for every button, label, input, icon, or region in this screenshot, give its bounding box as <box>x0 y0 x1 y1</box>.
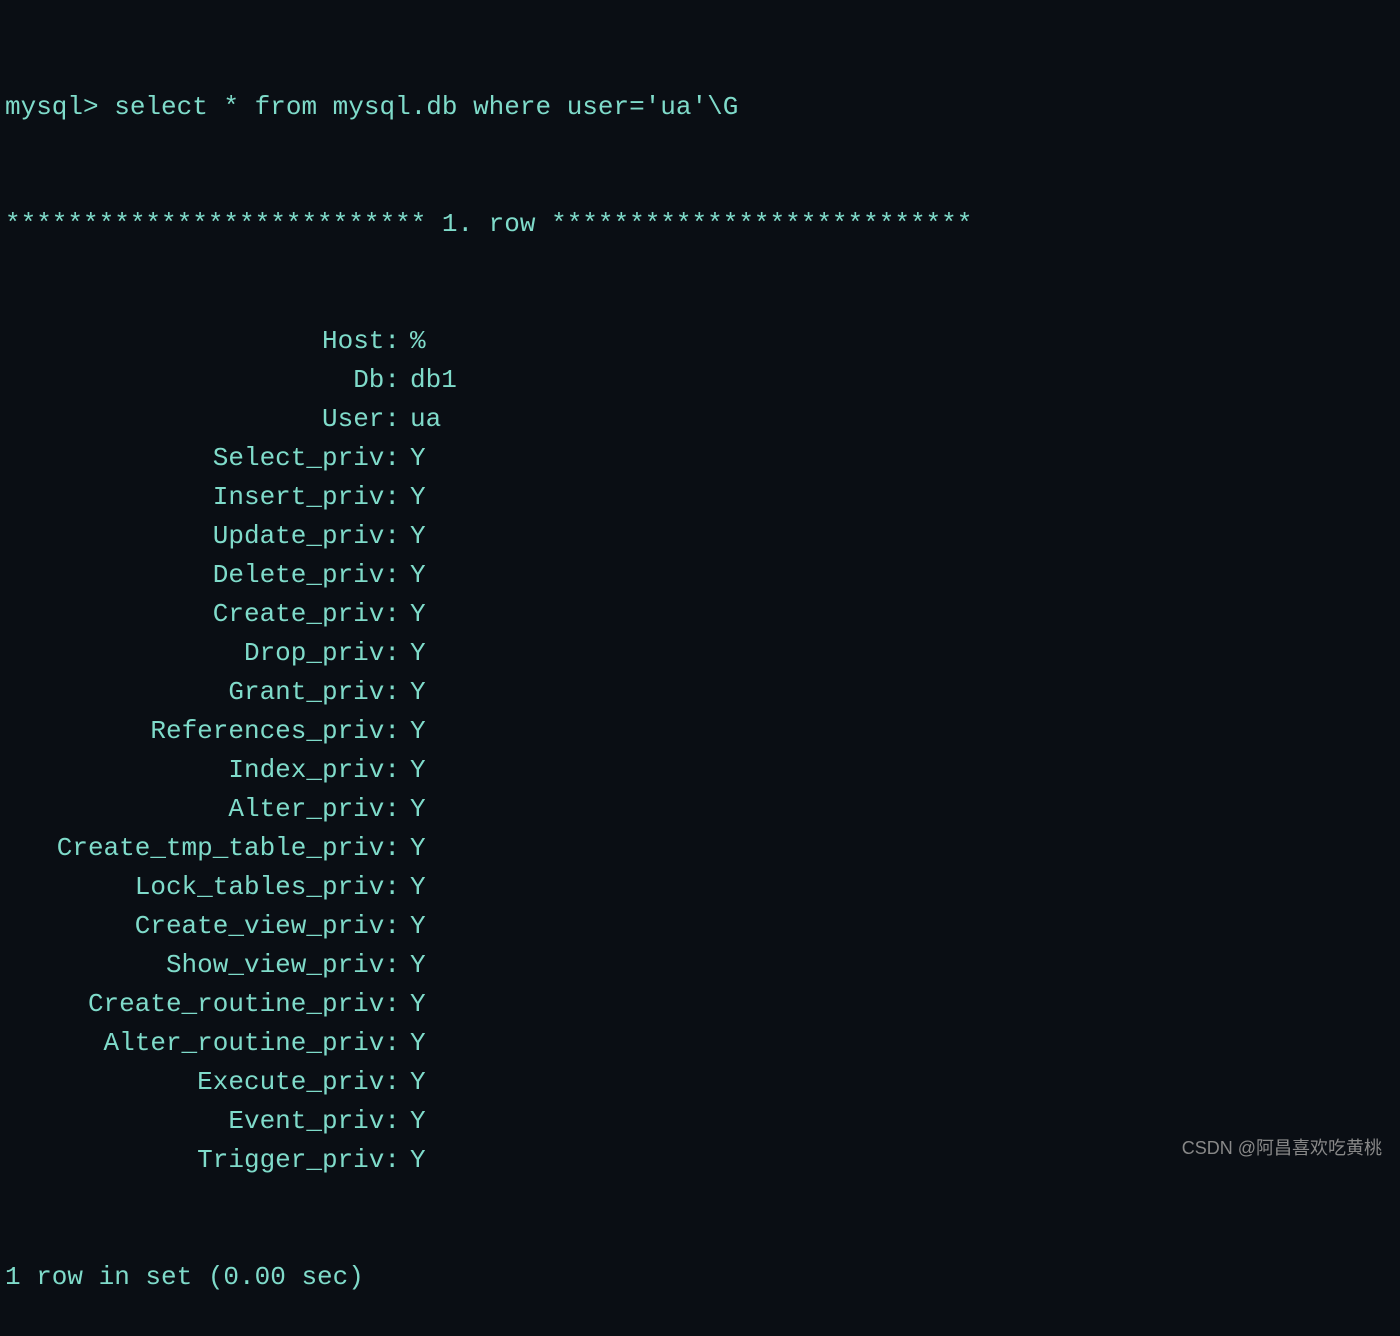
field-value: Y <box>410 634 426 673</box>
field-value: Y <box>410 439 426 478</box>
field-row: Select_priv:Y <box>5 439 1395 478</box>
field-value: Y <box>410 1063 426 1102</box>
field-label: Delete_priv: <box>5 556 410 595</box>
field-value: Y <box>410 1102 426 1141</box>
field-row: Alter_priv:Y <box>5 790 1395 829</box>
field-value: Y <box>410 556 426 595</box>
field-value: Y <box>410 829 426 868</box>
watermark-text: CSDN @阿昌喜欢吃黄桃 <box>1182 1135 1382 1162</box>
field-row: Create_view_priv:Y <box>5 907 1395 946</box>
field-label: Alter_routine_priv: <box>5 1024 410 1063</box>
field-value: Y <box>410 712 426 751</box>
field-label: User: <box>5 400 410 439</box>
field-row: Alter_routine_priv:Y <box>5 1024 1395 1063</box>
field-label: Select_priv: <box>5 439 410 478</box>
field-label: Db: <box>5 361 410 400</box>
field-label: Trigger_priv: <box>5 1141 410 1180</box>
field-label: Lock_tables_priv: <box>5 868 410 907</box>
fields-container: Host:%Db:db1User:uaSelect_priv:YInsert_p… <box>5 322 1395 1180</box>
field-value: Y <box>410 1141 426 1180</box>
field-label: Event_priv: <box>5 1102 410 1141</box>
field-row: Update_priv:Y <box>5 517 1395 556</box>
field-label: Index_priv: <box>5 751 410 790</box>
field-value: Y <box>410 478 426 517</box>
field-value: db1 <box>410 361 457 400</box>
field-row: References_priv:Y <box>5 712 1395 751</box>
field-label: References_priv: <box>5 712 410 751</box>
field-value: Y <box>410 673 426 712</box>
field-value: % <box>410 322 426 361</box>
field-value: Y <box>410 595 426 634</box>
field-value: Y <box>410 1024 426 1063</box>
field-value: Y <box>410 517 426 556</box>
field-row: Host:% <box>5 322 1395 361</box>
field-row: User:ua <box>5 400 1395 439</box>
field-row: Create_routine_priv:Y <box>5 985 1395 1024</box>
field-value: Y <box>410 868 426 907</box>
field-row: Db:db1 <box>5 361 1395 400</box>
field-label: Execute_priv: <box>5 1063 410 1102</box>
field-value: Y <box>410 907 426 946</box>
field-label: Show_view_priv: <box>5 946 410 985</box>
result-footer: 1 row in set (0.00 sec) <box>5 1258 1395 1297</box>
field-label: Create_priv: <box>5 595 410 634</box>
field-row: Drop_priv:Y <box>5 634 1395 673</box>
field-label: Create_view_priv: <box>5 907 410 946</box>
field-label: Host: <box>5 322 410 361</box>
field-value: Y <box>410 790 426 829</box>
field-value: Y <box>410 985 426 1024</box>
field-row: Execute_priv:Y <box>5 1063 1395 1102</box>
field-label: Drop_priv: <box>5 634 410 673</box>
field-label: Grant_priv: <box>5 673 410 712</box>
field-label: Create_tmp_table_priv: <box>5 829 410 868</box>
field-row: Index_priv:Y <box>5 751 1395 790</box>
field-value: ua <box>410 400 441 439</box>
field-row: Delete_priv:Y <box>5 556 1395 595</box>
field-row: Lock_tables_priv:Y <box>5 868 1395 907</box>
sql-prompt-line: mysql> select * from mysql.db where user… <box>5 88 1395 127</box>
field-label: Update_priv: <box>5 517 410 556</box>
field-row: Create_tmp_table_priv:Y <box>5 829 1395 868</box>
field-row: Create_priv:Y <box>5 595 1395 634</box>
field-row: Grant_priv:Y <box>5 673 1395 712</box>
field-label: Alter_priv: <box>5 790 410 829</box>
row-separator: *************************** 1. row *****… <box>5 205 1395 244</box>
field-label: Create_routine_priv: <box>5 985 410 1024</box>
field-row: Insert_priv:Y <box>5 478 1395 517</box>
field-label: Insert_priv: <box>5 478 410 517</box>
field-value: Y <box>410 946 426 985</box>
field-row: Show_view_priv:Y <box>5 946 1395 985</box>
field-value: Y <box>410 751 426 790</box>
